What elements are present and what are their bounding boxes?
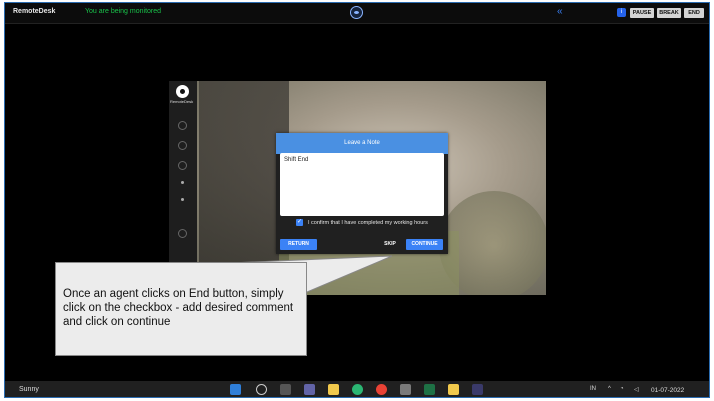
sidebar-brand: RemoteDesk (170, 99, 194, 104)
leave-note-dialog: Leave a Note Shift End ✓ I confirm that … (276, 133, 448, 254)
chevron-up-icon[interactable]: ^ (608, 386, 611, 392)
task-view-icon[interactable] (280, 384, 291, 395)
language-indicator[interactable]: IN (590, 386, 596, 392)
instruction-callout: Once an agent clicks on End button, simp… (55, 262, 307, 356)
notes-icon[interactable] (448, 384, 459, 395)
dialog-title: Leave a Note (276, 133, 448, 154)
confirm-label: I confirm that I have completed my worki… (308, 220, 428, 226)
break-button[interactable]: BREAK (657, 8, 681, 18)
taskbar-date: 01-07-2022 (651, 387, 685, 394)
browser-icon[interactable] (352, 384, 363, 395)
callout-text: Once an agent clicks on End button, simp… (63, 288, 294, 328)
pause-button[interactable]: PAUSE (630, 8, 654, 18)
eye-icon[interactable] (350, 6, 363, 19)
app-icon[interactable] (472, 384, 483, 395)
skip-button[interactable]: SKIP (380, 239, 400, 250)
wifi-icon[interactable]: ◔ (620, 386, 624, 392)
return-button[interactable]: RETURN (280, 239, 317, 250)
sidebar-nav-icon[interactable] (178, 121, 187, 130)
clock-icon[interactable] (178, 161, 187, 170)
note-textarea[interactable]: Shift End (280, 153, 444, 216)
sidebar-dot-icon (181, 198, 184, 201)
teams-icon[interactable] (304, 384, 315, 395)
top-bar: RemoteDesk You are being monitored « i P… (5, 3, 709, 24)
taskbar: Sunny IN ^ ◔ ◁ 01-07-2022 (5, 381, 709, 397)
settings-icon[interactable] (178, 229, 187, 238)
sidebar-dot-icon (181, 181, 184, 184)
file-explorer-icon[interactable] (328, 384, 339, 395)
gear-icon[interactable] (400, 384, 411, 395)
info-icon[interactable]: i (617, 8, 626, 17)
app-name: RemoteDesk (13, 8, 56, 15)
continue-button[interactable]: CONTINUE (406, 239, 443, 250)
windows-start-icon[interactable] (230, 384, 241, 395)
weather-label: Sunny (19, 386, 39, 393)
volume-icon[interactable]: ◁ (634, 386, 639, 393)
collapse-icon[interactable]: « (557, 6, 563, 18)
search-icon[interactable] (256, 384, 267, 395)
confirm-checkbox[interactable]: ✓ (296, 219, 303, 226)
chrome-icon[interactable] (376, 384, 387, 395)
sidebar-nav-icon[interactable] (178, 141, 187, 150)
remotedesk-logo-icon (176, 85, 189, 98)
end-button[interactable]: END (684, 8, 704, 18)
excel-icon[interactable] (424, 384, 435, 395)
monitor-status: You are being monitored (85, 8, 162, 15)
